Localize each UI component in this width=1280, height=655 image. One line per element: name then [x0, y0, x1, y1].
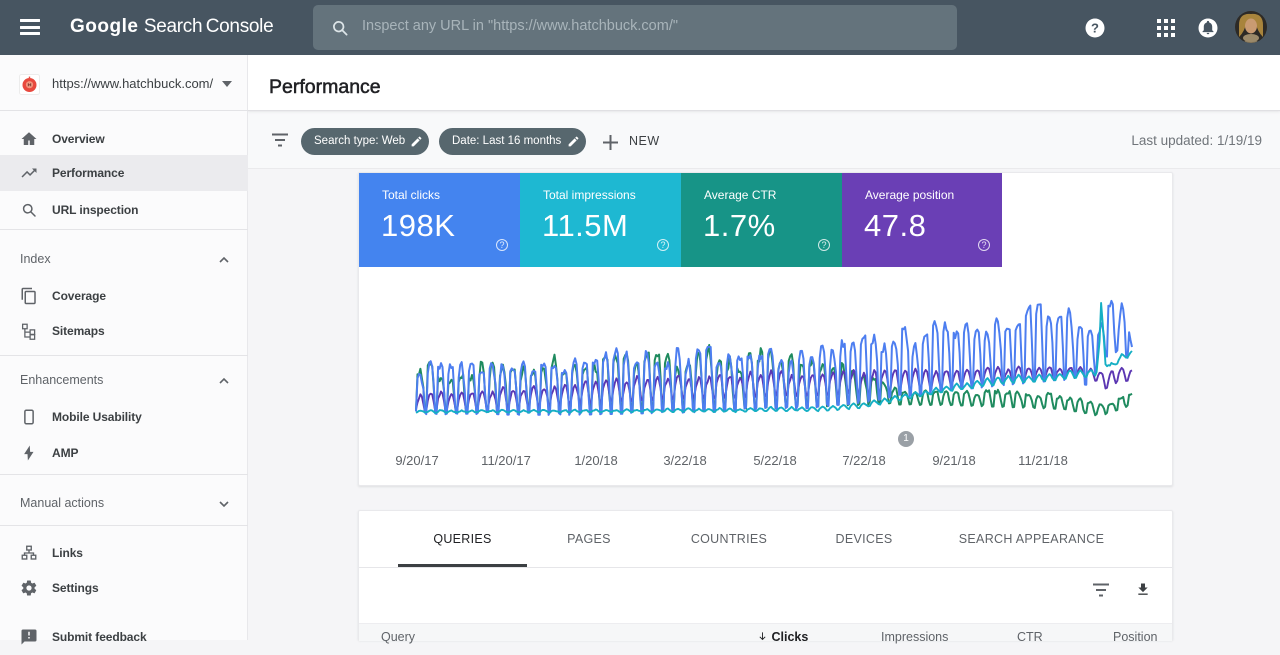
- svg-text:?: ?: [1091, 21, 1099, 36]
